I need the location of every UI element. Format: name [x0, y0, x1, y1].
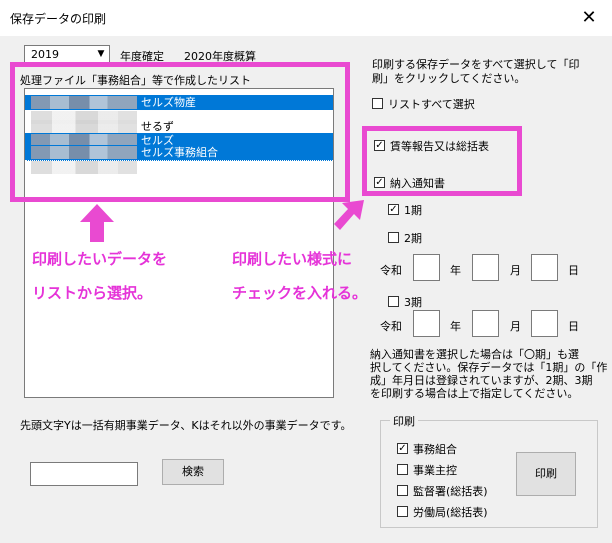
period2-year-input[interactable] — [413, 254, 440, 281]
form-checkbox-notice[interactable]: ✓ — [374, 177, 385, 188]
period3-day-label: 日 — [568, 320, 579, 333]
print-option-label-inspection: 監督署(総括表) — [413, 485, 488, 498]
period3-year-input[interactable] — [413, 310, 440, 337]
instruction-line-2: 刷」をクリックしてください。 — [372, 72, 526, 85]
period1-checkbox[interactable]: ✓ — [388, 204, 399, 215]
period2-month-label: 月 — [510, 264, 521, 277]
form-label-notice: 納入通知書 — [390, 177, 445, 190]
year-select[interactable]: 2019 ▼ — [24, 45, 110, 63]
period1-label: 1期 — [404, 204, 422, 217]
up-arrow-annotation-icon — [80, 204, 114, 242]
chevron-down-icon[interactable]: ▼ — [93, 46, 109, 62]
footer-note: 先頭文字Yは一括有期事業データ、Kはそれ以外の事業データです。 — [20, 419, 352, 432]
period2-day-label: 日 — [568, 264, 579, 277]
annotation-left-line-1: 印刷したいデータを — [32, 250, 168, 268]
note-line-4: を印刷する場合は上で指定してください。 — [370, 387, 579, 400]
year-select-value: 2019 — [31, 48, 59, 61]
period3-month-label: 月 — [510, 320, 521, 333]
form-label-summary: 賃等報告又は総括表 — [390, 140, 489, 153]
print-option-checkbox-association[interactable]: ✓ — [397, 443, 408, 454]
print-button[interactable]: 印刷 — [516, 452, 576, 496]
search-button[interactable]: 検索 — [162, 459, 224, 485]
annotation-right-line-1: 印刷したい様式に — [232, 250, 353, 268]
period3-era-label: 令和 — [380, 320, 402, 333]
period2-month-input[interactable] — [472, 254, 499, 281]
period3-checkbox[interactable] — [388, 296, 399, 307]
annotation-right-line-2: チェックを入れる。 — [232, 284, 368, 302]
period3-year-label: 年 — [450, 320, 461, 333]
print-option-label-employer: 事業主控 — [413, 464, 457, 477]
annotation-left-line-2: リストから選択。 — [32, 284, 153, 302]
select-all-label: リストすべて選択 — [388, 98, 475, 111]
period2-era-label: 令和 — [380, 264, 402, 277]
print-group-title: 印刷 — [390, 413, 418, 429]
form-checkbox-summary[interactable]: ✓ — [374, 140, 385, 151]
period3-month-input[interactable] — [472, 310, 499, 337]
period2-checkbox[interactable] — [388, 232, 399, 243]
period2-year-label: 年 — [450, 264, 461, 277]
diagonal-arrow-annotation-icon — [334, 200, 364, 230]
up-arrow-shape — [80, 204, 114, 242]
close-icon[interactable]: ✕ — [574, 6, 604, 30]
search-input[interactable] — [30, 462, 138, 486]
diagonal-arrow-shape — [334, 200, 364, 230]
list-highlight-frame — [10, 62, 350, 202]
select-all-checkbox[interactable] — [372, 98, 383, 109]
period3-label: 3期 — [404, 296, 422, 309]
period2-label: 2期 — [404, 232, 422, 245]
print-option-label-labor-bureau: 労働局(総括表) — [413, 506, 488, 519]
print-option-label-association: 事務組合 — [413, 443, 457, 456]
period3-day-input[interactable] — [531, 310, 558, 337]
print-option-checkbox-labor-bureau[interactable] — [397, 506, 408, 517]
window-title: 保存データの印刷 — [10, 12, 107, 26]
print-option-checkbox-employer[interactable] — [397, 464, 408, 475]
print-option-checkbox-inspection[interactable] — [397, 485, 408, 496]
period2-day-input[interactable] — [531, 254, 558, 281]
